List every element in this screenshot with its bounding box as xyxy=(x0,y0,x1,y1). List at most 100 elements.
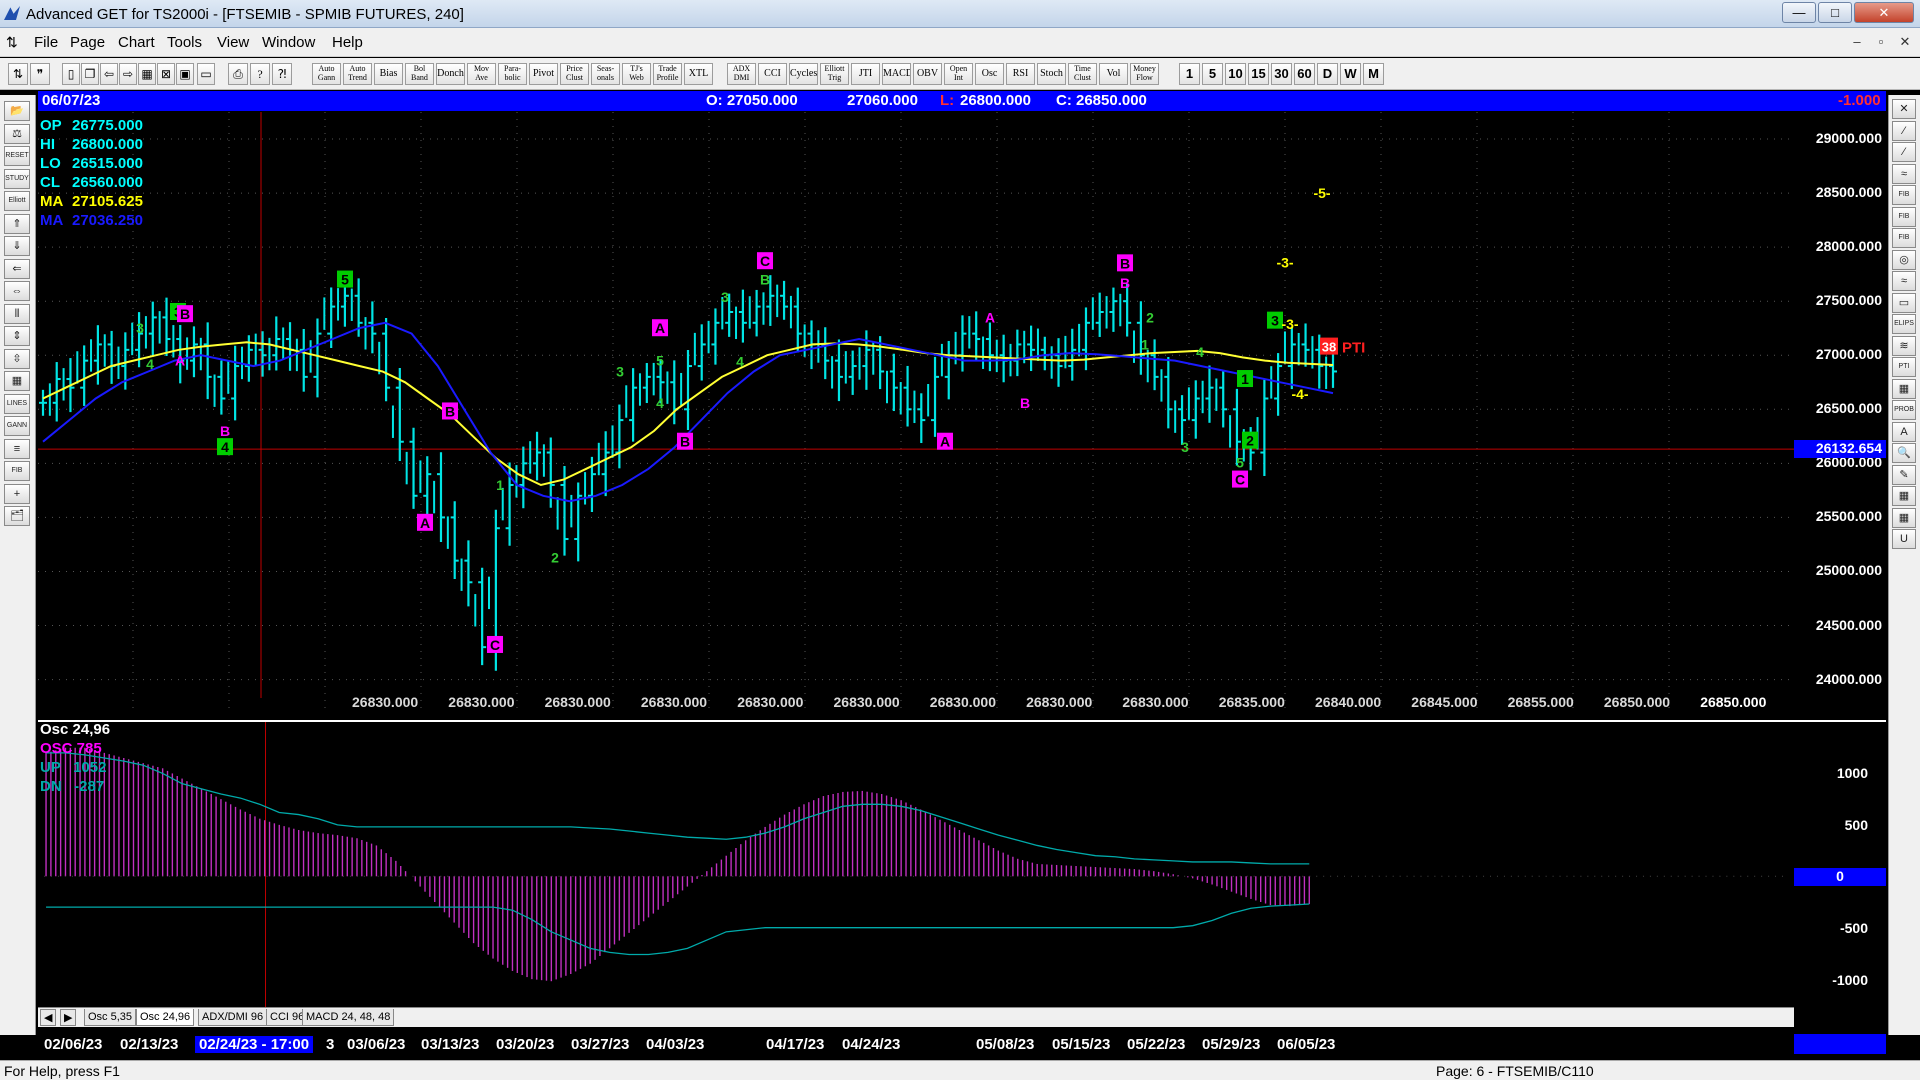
study-button-18[interactable]: MACD xyxy=(882,63,911,85)
study-button-5[interactable]: Mov Ave xyxy=(467,63,496,85)
right-tool-13[interactable]: ▦ xyxy=(1892,378,1916,399)
right-tool-19[interactable]: ▦ xyxy=(1892,507,1916,528)
left-tool-4[interactable]: Elliott xyxy=(4,191,30,211)
study-button-17[interactable]: JTI xyxy=(851,63,880,85)
left-tool-14[interactable]: GANN xyxy=(4,416,30,436)
interval-button-5[interactable]: 5 xyxy=(1202,63,1223,85)
menu-page[interactable]: Page xyxy=(70,34,105,51)
new-icon[interactable]: ▯ xyxy=(62,63,80,85)
left-tool-2[interactable]: RESET xyxy=(4,146,30,166)
menu-chart[interactable]: Chart xyxy=(118,34,155,51)
study-button-14[interactable]: CCI xyxy=(758,63,787,85)
price-chart[interactable]: 3B3A4B45BA1C23A54B34CBABABB2143125C3-3--… xyxy=(38,112,1794,712)
context-help-icon[interactable]: ⁈ xyxy=(272,63,292,85)
study-button-15[interactable]: Cycles xyxy=(789,63,818,85)
menu-tools[interactable]: Tools xyxy=(167,34,202,51)
tab-scroll-right[interactable]: ▶ xyxy=(60,1009,77,1026)
left-tool-0[interactable]: 📂 xyxy=(4,101,30,121)
menu-help[interactable]: Help xyxy=(332,34,363,51)
mdi-restore-button[interactable]: ▫ xyxy=(1872,34,1890,49)
tab-4[interactable]: MACD 24, 48, 48 xyxy=(302,1009,395,1026)
doc-icon[interactable]: ⇅ xyxy=(6,34,18,51)
left-tool-15[interactable]: ≡ xyxy=(4,438,30,459)
study-button-0[interactable]: Auto Gann xyxy=(312,63,341,85)
left-tool-12[interactable]: ▦ xyxy=(4,371,30,391)
study-button-9[interactable]: Seas-onals xyxy=(591,63,620,85)
left-tool-9[interactable]: ⫴ xyxy=(4,303,30,324)
interval-button-10[interactable]: 10 xyxy=(1225,63,1246,85)
left-tool-16[interactable]: FIB xyxy=(4,461,30,481)
right-tool-10[interactable]: ELIPS xyxy=(1892,314,1916,334)
right-tool-5[interactable]: FIB EXT xyxy=(1892,206,1916,227)
study-button-3[interactable]: Bol Band xyxy=(405,63,434,85)
interval-button-W[interactable]: W xyxy=(1340,63,1361,85)
study-button-25[interactable]: Vol xyxy=(1099,63,1128,85)
frame-icon[interactable]: ▣ xyxy=(176,63,194,85)
right-tool-17[interactable]: ✎ xyxy=(1892,464,1916,485)
right-tool-0[interactable]: ✕ xyxy=(1892,99,1916,119)
print-icon[interactable]: ⎙ xyxy=(228,63,248,85)
interval-button-30[interactable]: 30 xyxy=(1271,63,1292,85)
left-tool-13[interactable]: LINES xyxy=(4,393,30,414)
study-button-16[interactable]: Elliott Trig xyxy=(820,63,849,85)
tab-2[interactable]: ADX/DMI 96 xyxy=(198,1009,268,1026)
study-button-8[interactable]: Price Clust xyxy=(560,63,589,85)
interval-button-1[interactable]: 1 xyxy=(1179,63,1200,85)
study-button-22[interactable]: RSI xyxy=(1006,63,1035,85)
help-icon[interactable]: ? xyxy=(250,63,270,85)
study-button-23[interactable]: Stoch xyxy=(1037,63,1066,85)
study-button-6[interactable]: Para-bolic xyxy=(498,63,527,85)
cross-icon[interactable]: ⊠ xyxy=(157,63,175,85)
maximize-button[interactable]: □ xyxy=(1818,2,1852,23)
right-tool-3[interactable]: ≈ xyxy=(1892,163,1916,184)
study-button-1[interactable]: Auto Trend xyxy=(343,63,372,85)
grid-icon[interactable]: ▦ xyxy=(138,63,156,85)
mdi-close-button[interactable]: ✕ xyxy=(1896,34,1914,50)
window-icon[interactable]: ▭ xyxy=(197,63,215,85)
tab-0[interactable]: Osc 5,35 xyxy=(84,1009,137,1026)
left-tool-8[interactable]: ⇔ xyxy=(4,281,30,301)
tab-scroll-left[interactable]: ◀ xyxy=(40,1009,57,1026)
right-tool-6[interactable]: FIB TIME xyxy=(1892,228,1916,248)
study-button-7[interactable]: Pivot xyxy=(529,63,558,85)
copy-icon[interactable]: ❐ xyxy=(81,63,99,85)
tab-1[interactable]: Osc 24,96 xyxy=(136,1009,195,1026)
study-button-13[interactable]: ADX DMI xyxy=(727,63,756,85)
close-button[interactable]: ✕ xyxy=(1854,2,1914,23)
mdi-minimize-button[interactable]: – xyxy=(1848,34,1866,49)
right-tool-8[interactable]: ≈ xyxy=(1892,271,1916,291)
study-button-12[interactable]: XTL xyxy=(684,63,713,85)
left-tool-5[interactable]: ⇑ xyxy=(4,213,30,234)
right-tool-11[interactable]: ≋ xyxy=(1892,335,1916,356)
interval-button-15[interactable]: 15 xyxy=(1248,63,1269,85)
oscillator-chart[interactable] xyxy=(38,720,1794,1010)
interval-button-60[interactable]: 60 xyxy=(1294,63,1315,85)
left-tool-6[interactable]: ⇓ xyxy=(4,236,30,256)
right-tool-4[interactable]: FIB RET xyxy=(1892,185,1916,205)
interval-button-M[interactable]: M xyxy=(1363,63,1384,85)
right-tool-12[interactable]: PTI xyxy=(1892,357,1916,377)
study-button-10[interactable]: TJ's Web xyxy=(622,63,651,85)
menu-file[interactable]: File xyxy=(34,34,58,51)
left-tool-10[interactable]: ⇕ xyxy=(4,326,30,346)
right-tool-20[interactable]: U xyxy=(1892,529,1916,549)
minimize-button[interactable]: — xyxy=(1782,2,1816,23)
left-tool-17[interactable]: + xyxy=(4,483,30,504)
interval-button-D[interactable]: D xyxy=(1317,63,1338,85)
left-tool-3[interactable]: STUDY xyxy=(4,168,30,189)
nav-right-icon[interactable]: ⇨ xyxy=(119,63,137,85)
right-tool-18[interactable]: ▦ xyxy=(1892,486,1916,506)
menu-window[interactable]: Window xyxy=(262,34,315,51)
left-tool-7[interactable]: ⇐ xyxy=(4,258,30,279)
right-tool-9[interactable]: ▭ xyxy=(1892,292,1916,313)
study-button-20[interactable]: Open Int xyxy=(944,63,973,85)
study-button-19[interactable]: OBV xyxy=(913,63,942,85)
study-button-26[interactable]: Money Flow xyxy=(1130,63,1159,85)
right-tool-15[interactable]: A xyxy=(1892,421,1916,442)
right-tool-2[interactable]: ⁄ xyxy=(1892,142,1916,162)
right-tool-16[interactable]: 🔍 xyxy=(1892,443,1916,463)
quote-icon[interactable]: ❞ xyxy=(30,63,50,85)
right-tool-1[interactable]: ⁄ xyxy=(1892,120,1916,141)
menu-view[interactable]: View xyxy=(217,34,249,51)
study-button-11[interactable]: Trade Profile xyxy=(653,63,682,85)
